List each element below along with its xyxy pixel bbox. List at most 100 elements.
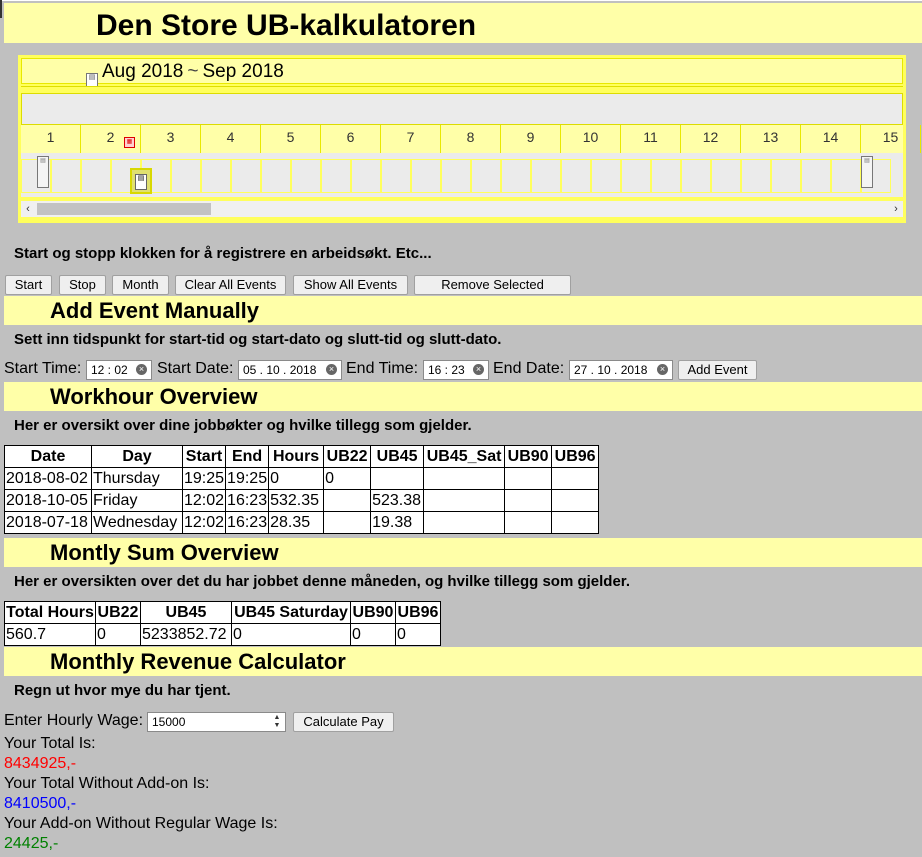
timeline-slot[interactable] bbox=[411, 159, 441, 193]
table-cell: 0 bbox=[268, 467, 325, 490]
timeline-slot[interactable] bbox=[351, 159, 381, 193]
monthly-sum-heading: Montly Sum Overview bbox=[50, 540, 279, 565]
start-time-input[interactable]: 12 : 02 × bbox=[86, 360, 152, 380]
end-date-input[interactable]: 27 . 10 . 2018 × bbox=[569, 360, 673, 380]
timeline-day-row: 1 2 3 4 5 6 7 8 9 10 11 12 13 14 15 bbox=[21, 125, 921, 153]
timeline-slot[interactable] bbox=[201, 159, 231, 193]
timeline-day: 8 bbox=[441, 125, 501, 153]
remove-selected-event-button[interactable]: Remove Selected Event bbox=[414, 275, 571, 310]
table-cell bbox=[551, 489, 600, 512]
timeline-slot[interactable] bbox=[81, 159, 111, 193]
table-cell: Wednesday bbox=[91, 511, 183, 534]
timeline-slot[interactable] bbox=[741, 159, 771, 193]
timeline-day: 9 bbox=[501, 125, 561, 153]
table-cell: 2018-07-18 bbox=[4, 511, 92, 534]
range-end: Sep 2018 bbox=[202, 61, 284, 82]
column-header: UB96 bbox=[395, 601, 441, 624]
timeline-slot[interactable] bbox=[231, 159, 261, 193]
timeline-slot[interactable] bbox=[501, 159, 531, 193]
timeline-slot[interactable] bbox=[171, 159, 201, 193]
column-header: UB90 bbox=[504, 445, 553, 468]
clear-all-events-button[interactable]: Clear All Events bbox=[175, 275, 286, 295]
month-button[interactable]: Month bbox=[112, 275, 169, 295]
title-band: Den Store UB-kalkulatoren bbox=[4, 3, 922, 43]
event-icon: ▤ bbox=[135, 174, 147, 190]
add-event-description: Sett inn tidspunkt for start-tid og star… bbox=[14, 331, 502, 348]
column-header: Total Hours bbox=[4, 601, 96, 624]
timeline-slot[interactable] bbox=[441, 159, 471, 193]
selected-timeline-event[interactable]: ▤ bbox=[130, 168, 152, 194]
calculate-pay-button[interactable]: Calculate Pay bbox=[293, 712, 394, 732]
table-cell: 28.35 bbox=[268, 511, 325, 534]
timeline-slot[interactable] bbox=[531, 159, 561, 193]
hourly-wage-value: 15000 bbox=[152, 715, 186, 729]
add-event-button[interactable]: Add Event bbox=[678, 360, 757, 380]
timeline-slot[interactable] bbox=[381, 159, 411, 193]
end-time-input[interactable]: 16 : 23 × bbox=[423, 360, 489, 380]
table-cell: 19.38 bbox=[370, 511, 425, 534]
table-cell: 19:25 bbox=[225, 467, 270, 490]
clear-icon[interactable]: × bbox=[326, 364, 337, 375]
instructions-text: Start og stopp klokken for å registrere … bbox=[14, 245, 432, 262]
scroll-left-icon[interactable]: ‹ bbox=[21, 201, 35, 217]
table-cell: 16:23 bbox=[225, 511, 270, 534]
scroll-right-icon[interactable]: › bbox=[889, 201, 903, 217]
timeline-slot[interactable] bbox=[711, 159, 741, 193]
timeline-slot[interactable] bbox=[471, 159, 501, 193]
timeline-event[interactable]: ▤ bbox=[861, 156, 873, 188]
start-button[interactable]: Start bbox=[5, 275, 52, 295]
column-header: End bbox=[225, 445, 270, 468]
table-cell bbox=[423, 511, 506, 534]
clear-icon[interactable]: × bbox=[657, 364, 668, 375]
timeline-slot[interactable] bbox=[801, 159, 831, 193]
add-event-heading: Add Event Manually bbox=[50, 298, 260, 323]
end-time-value: 16 : 23 bbox=[428, 363, 465, 377]
table-cell: 12:02 bbox=[181, 489, 227, 512]
timeline-day: 13 bbox=[741, 125, 801, 153]
spinner-icon[interactable]: ▲ ▼ bbox=[271, 714, 283, 730]
range-separator: ~ bbox=[187, 61, 199, 82]
timeline-slot[interactable] bbox=[771, 159, 801, 193]
table-cell bbox=[423, 489, 506, 512]
timeline-slot[interactable] bbox=[621, 159, 651, 193]
workhour-band: Workhour Overview bbox=[4, 382, 922, 411]
timeline-slot[interactable] bbox=[261, 159, 291, 193]
column-header: UB90 bbox=[350, 601, 396, 624]
timeline-slot[interactable] bbox=[681, 159, 711, 193]
timeline-slot[interactable] bbox=[291, 159, 321, 193]
timeline-scrollbar[interactable]: ‹ › bbox=[21, 201, 903, 217]
total-label: Your Total Is: bbox=[4, 735, 96, 752]
column-header: UB45_Sat bbox=[423, 445, 506, 468]
total-without-addon-label: Your Total Without Add-on Is: bbox=[4, 775, 210, 792]
column-header: UB45 Saturday bbox=[231, 601, 351, 624]
timeline-slot[interactable] bbox=[651, 159, 681, 193]
table-cell bbox=[504, 467, 553, 490]
timeline-slot[interactable] bbox=[51, 159, 81, 193]
timeline-header: ▤ Aug 2018 ~ Sep 2018 bbox=[21, 58, 903, 92]
addon-value: 24425,- bbox=[4, 835, 59, 852]
timeline-slot[interactable] bbox=[591, 159, 621, 193]
stop-button[interactable]: Stop bbox=[59, 275, 106, 295]
end-date-label: End Date: bbox=[493, 360, 565, 377]
table-cell: 560.7 bbox=[4, 623, 96, 646]
timeline-event-area[interactable]: ▤ ▤ bbox=[21, 153, 903, 197]
clear-icon[interactable]: × bbox=[473, 364, 484, 375]
table-cell: 0 bbox=[95, 623, 141, 646]
column-header: Start bbox=[181, 445, 227, 468]
timeline-event[interactable]: ▤ bbox=[37, 156, 49, 188]
timeline-slot[interactable] bbox=[831, 159, 861, 193]
hourly-wage-input[interactable]: 15000 ▲ ▼ bbox=[147, 712, 286, 732]
table-cell: 16:23 bbox=[225, 489, 270, 512]
timeline-slot[interactable] bbox=[321, 159, 351, 193]
table-cell: 2018-08-02 bbox=[4, 467, 92, 490]
scrollbar-thumb[interactable] bbox=[37, 203, 211, 215]
start-date-value: 05 . 10 . 2018 bbox=[243, 363, 317, 377]
show-all-events-button[interactable]: Show All Events bbox=[293, 275, 408, 295]
timeline-slot[interactable] bbox=[561, 159, 591, 193]
workhour-description: Her er oversikt over dine jobbøkter og h… bbox=[14, 417, 472, 434]
range-start: Aug 2018 bbox=[102, 61, 184, 82]
start-date-input[interactable]: 05 . 10 . 2018 × bbox=[238, 360, 342, 380]
table-cell bbox=[504, 489, 553, 512]
timeline[interactable]: ▤ Aug 2018 ~ Sep 2018 1 2 3 4 5 6 7 8 9 10 11 12 13 14 15… bbox=[18, 55, 921, 223]
clear-icon[interactable]: × bbox=[136, 364, 147, 375]
